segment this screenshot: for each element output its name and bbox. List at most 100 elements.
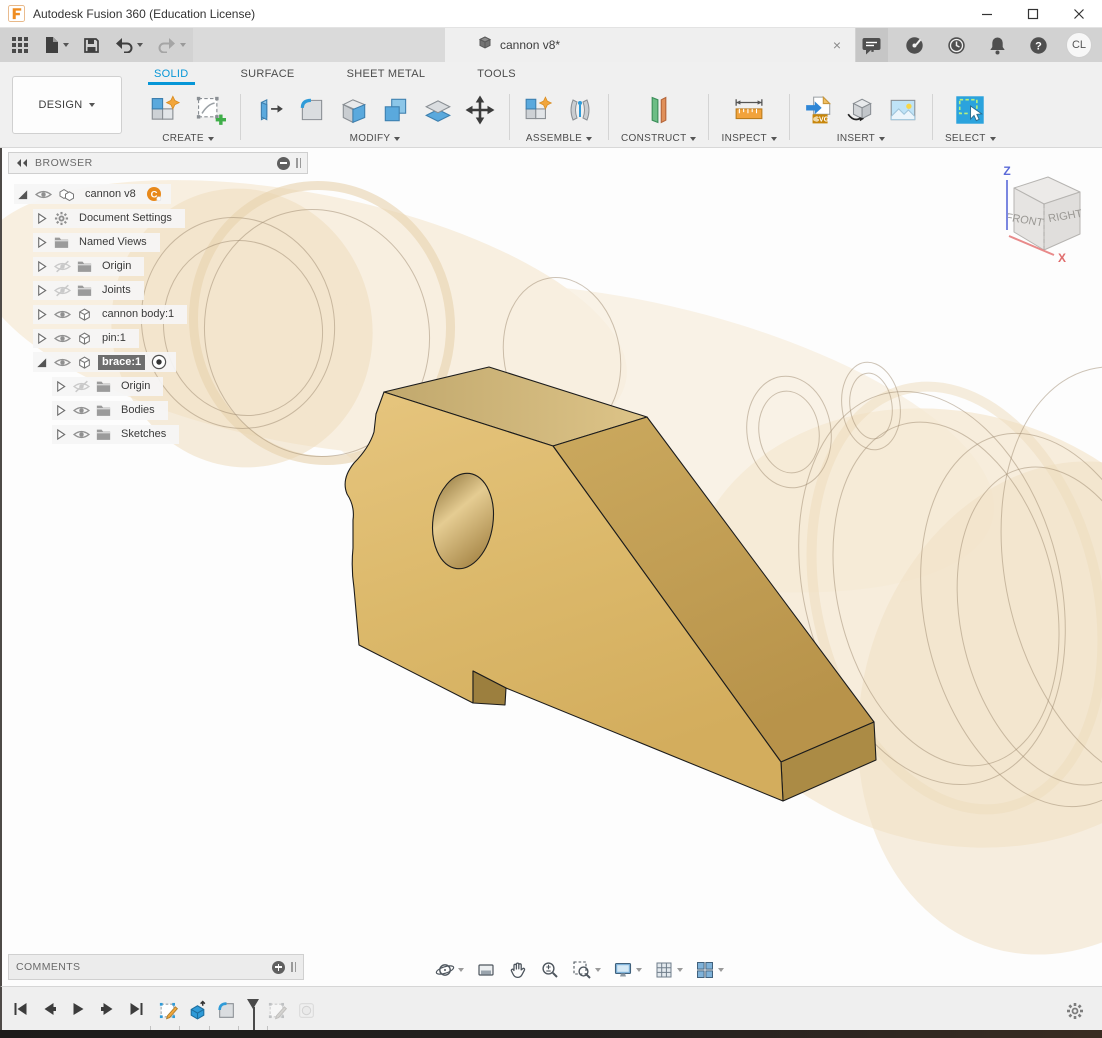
browser-item-label[interactable]: Named Views xyxy=(75,235,151,250)
timeline-feature-fillet[interactable] xyxy=(215,999,238,1022)
browser-item-origin[interactable]: Origin xyxy=(8,374,187,398)
visibility-eye-hidden-icon[interactable] xyxy=(73,380,90,393)
extensions-button[interactable] xyxy=(900,32,929,59)
timeline-feature-sketch[interactable] xyxy=(157,999,180,1022)
press-pull-button[interactable] xyxy=(253,93,287,127)
tab-surface[interactable]: SURFACE xyxy=(239,64,297,84)
visibility-eye-icon[interactable] xyxy=(54,308,71,321)
browser-item-joints[interactable]: Joints xyxy=(8,278,187,302)
viewports-button[interactable] xyxy=(692,958,727,982)
visibility-eye-hidden-icon[interactable] xyxy=(54,260,71,273)
collapse-expander-icon[interactable] xyxy=(35,356,48,369)
comments-panel[interactable]: COMMENTS xyxy=(8,954,304,980)
comments-resize-handle[interactable] xyxy=(291,962,296,972)
tab-sheet-metal[interactable]: SHEET METAL xyxy=(345,64,428,84)
job-status-button[interactable] xyxy=(942,32,971,59)
new-component-button[interactable] xyxy=(148,92,184,128)
browser-item-cannon-body-1[interactable]: cannon body:1 xyxy=(8,302,187,326)
construct-plane-button[interactable] xyxy=(640,91,678,129)
expand-expander-icon[interactable] xyxy=(35,260,48,273)
fillet-button[interactable] xyxy=(295,93,329,127)
expand-expander-icon[interactable] xyxy=(54,380,67,393)
timeline-feature-sketch-suppressed[interactable] xyxy=(266,999,289,1022)
timeline-feature-circle-suppressed[interactable] xyxy=(295,999,318,1022)
display-settings-button[interactable] xyxy=(610,958,645,982)
user-avatar[interactable]: CL xyxy=(1066,32,1092,58)
look-at-button[interactable] xyxy=(473,958,499,982)
offset-face-button[interactable] xyxy=(421,93,455,127)
browser-item-label[interactable]: pin:1 xyxy=(98,331,130,346)
activate-component-radio[interactable] xyxy=(151,354,167,370)
expand-expander-icon[interactable] xyxy=(35,212,48,225)
expand-expander-icon[interactable] xyxy=(54,428,67,441)
combine-button[interactable] xyxy=(379,93,413,127)
expand-expander-icon[interactable] xyxy=(54,404,67,417)
shell-button[interactable] xyxy=(337,93,371,127)
browser-item-pin-1[interactable]: pin:1 xyxy=(8,326,187,350)
save-button[interactable] xyxy=(78,33,105,58)
browser-item-label[interactable]: Origin xyxy=(117,379,154,394)
construct-dropdown[interactable]: CONSTRUCT xyxy=(621,133,696,148)
workspace-selector[interactable]: DESIGN xyxy=(12,76,122,134)
browser-collapse-icon[interactable] xyxy=(277,157,290,170)
grid-settings-button[interactable] xyxy=(651,958,686,982)
modify-dropdown[interactable]: MODIFY xyxy=(350,133,401,148)
browser-item-label[interactable]: brace:1 xyxy=(98,355,145,370)
tab-tools[interactable]: TOOLS xyxy=(475,64,518,84)
viewport-canvas[interactable]: BROWSER cannon v8C Document Settings Named… xyxy=(0,148,1102,986)
add-comment-icon[interactable] xyxy=(272,961,285,974)
inspect-dropdown[interactable]: INSPECT xyxy=(721,133,776,148)
go-to-end-button[interactable] xyxy=(126,999,147,1019)
browser-header[interactable]: BROWSER xyxy=(8,152,308,174)
minimize-button[interactable] xyxy=(964,0,1010,27)
canvas-button[interactable] xyxy=(886,93,920,127)
viewcube[interactable]: FRONT RIGHT Z X xyxy=(974,162,1094,272)
visibility-eye-icon[interactable] xyxy=(54,356,71,369)
browser-resize-handle[interactable] xyxy=(296,158,301,168)
pan-button[interactable] xyxy=(505,958,531,982)
go-to-start-button[interactable] xyxy=(10,999,31,1019)
expand-expander-icon[interactable] xyxy=(35,284,48,297)
browser-item-label[interactable]: Origin xyxy=(98,259,135,274)
tab-solid[interactable]: SOLID xyxy=(152,64,191,84)
timeline-feature-extrude[interactable] xyxy=(186,999,209,1022)
browser-item-cannon-v8[interactable]: cannon v8C xyxy=(8,182,187,206)
fit-button[interactable] xyxy=(569,958,604,982)
joint-button[interactable] xyxy=(564,94,596,126)
browser-item-label[interactable]: Document Settings xyxy=(75,211,176,226)
create-dropdown[interactable]: CREATE xyxy=(162,133,214,148)
zoom-button[interactable] xyxy=(537,958,563,982)
document-tab[interactable]: cannon v8* × xyxy=(445,28,855,62)
undo-button[interactable] xyxy=(109,33,148,57)
browser-item-named-views[interactable]: Named Views xyxy=(8,230,187,254)
create-sketch-button[interactable] xyxy=(192,92,228,128)
browser-item-sketches[interactable]: Sketches xyxy=(8,422,187,446)
browser-item-brace-1[interactable]: brace:1 xyxy=(8,350,187,374)
browser-item-label[interactable]: cannon body:1 xyxy=(98,307,178,322)
collapse-expander-icon[interactable] xyxy=(16,188,29,201)
assemble-dropdown[interactable]: ASSEMBLE xyxy=(526,133,592,148)
select-button[interactable] xyxy=(952,92,988,128)
help-button[interactable]: ? xyxy=(1024,32,1053,59)
orbit-button[interactable] xyxy=(432,958,467,982)
expand-expander-icon[interactable] xyxy=(35,332,48,345)
assemble-component-button[interactable] xyxy=(522,93,556,127)
redo-button[interactable] xyxy=(152,33,191,57)
notifications-button[interactable] xyxy=(984,32,1011,59)
play-button[interactable] xyxy=(68,999,89,1019)
select-dropdown[interactable]: SELECT xyxy=(945,133,996,148)
timeline-position-marker[interactable] xyxy=(244,999,260,1022)
move-button[interactable] xyxy=(463,93,497,127)
browser-item-label[interactable]: Bodies xyxy=(117,403,159,418)
timeline-settings-gear-icon[interactable] xyxy=(1066,1002,1084,1025)
step-back-button[interactable] xyxy=(39,999,60,1019)
visibility-eye-icon[interactable] xyxy=(54,332,71,345)
file-menu-button[interactable] xyxy=(38,32,74,58)
browser-item-origin[interactable]: Origin xyxy=(8,254,187,278)
visibility-eye-icon[interactable] xyxy=(73,404,90,417)
tab-close-icon[interactable]: × xyxy=(829,37,845,53)
comments-button[interactable] xyxy=(856,32,887,59)
close-button[interactable] xyxy=(1056,0,1102,27)
browser-item-document-settings[interactable]: Document Settings xyxy=(8,206,187,230)
insert-dropdown[interactable]: INSERT xyxy=(837,133,885,148)
